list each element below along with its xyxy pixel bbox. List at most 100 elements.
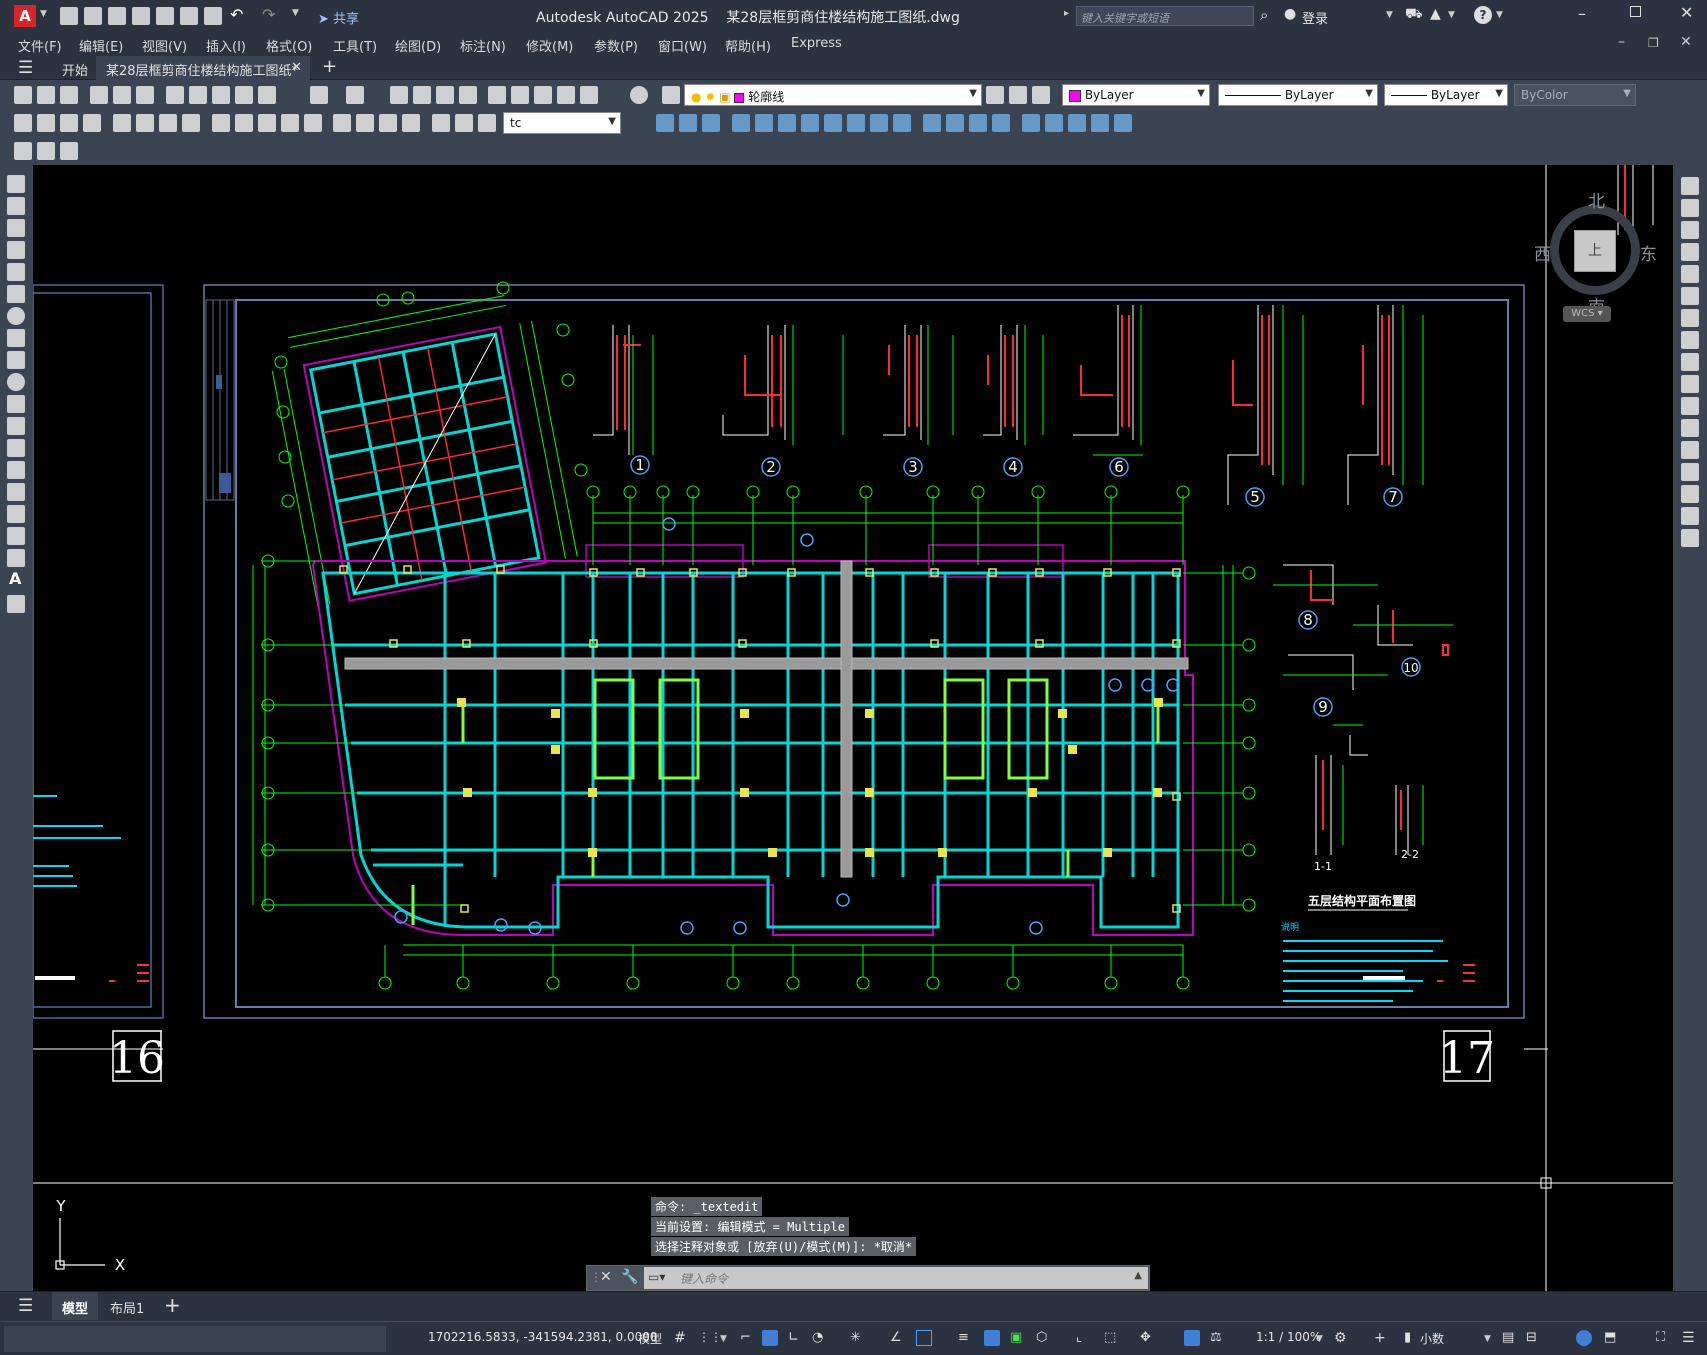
- textstyle-dropdown[interactable]: tc ▼: [503, 112, 621, 134]
- tb-layer-state-icon[interactable]: [1032, 86, 1050, 104]
- gizmo-icon[interactable]: ✥: [1140, 1330, 1156, 1346]
- dynamic-input-icon[interactable]: [762, 1330, 778, 1346]
- dim-tolerance-icon[interactable]: [333, 114, 351, 132]
- workspace-gear-icon[interactable]: ⚙: [1334, 1330, 1350, 1346]
- draw-point-icon[interactable]: [7, 461, 25, 479]
- autodesk-app-dropdown-icon[interactable]: ▼: [1448, 10, 1455, 20]
- dim-radius-icon[interactable]: [113, 114, 131, 132]
- command-history-toggle-icon[interactable]: ▲: [1134, 1270, 1142, 1281]
- draw-mtext-icon[interactable]: A: [9, 569, 21, 588]
- tb-save-icon[interactable]: [60, 86, 78, 104]
- layout-menu-icon[interactable]: ☰: [18, 1296, 33, 1316]
- modify-copy-icon[interactable]: [679, 114, 697, 132]
- dim-ordinate-icon[interactable]: [83, 114, 101, 132]
- draw-table-icon[interactable]: [7, 549, 25, 567]
- autocad-logo-icon[interactable]: A: [14, 5, 36, 27]
- draw-region-icon[interactable]: [7, 527, 25, 545]
- save-web-icon[interactable]: [180, 7, 198, 25]
- color-dropdown[interactable]: ByLayer ▼: [1062, 84, 1210, 106]
- coordinates-readout[interactable]: 1702216.5833, -341594.2381, 0.0000: [428, 1330, 658, 1344]
- scale-dropdown-icon[interactable]: ▼: [1316, 1334, 1332, 1350]
- tab-model[interactable]: 模型: [52, 1292, 99, 1320]
- rb-trim-icon[interactable]: [1681, 375, 1699, 393]
- autodesk-app-icon[interactable]: ▲: [1430, 6, 1441, 22]
- tb-cut-icon[interactable]: [166, 86, 184, 104]
- plot-icon[interactable]: [204, 7, 222, 25]
- rb-blend-icon[interactable]: [1681, 507, 1699, 525]
- menu-parametric[interactable]: 参数(P): [594, 36, 638, 55]
- modify-break-icon[interactable]: [923, 114, 941, 132]
- rb-join-icon[interactable]: [1681, 441, 1699, 459]
- menu-view[interactable]: 视图(V): [142, 36, 187, 55]
- tb-calculator-icon[interactable]: [580, 86, 598, 104]
- viewcube-east-label[interactable]: 东: [1640, 240, 1657, 265]
- command-input[interactable]: ▭▾ 键入命令 ▲: [644, 1267, 1148, 1289]
- tb-blockedit-icon[interactable]: [258, 86, 276, 104]
- modify-pedit-icon[interactable]: [1114, 114, 1132, 132]
- dim-inspect-icon[interactable]: [379, 114, 397, 132]
- object-snap-icon[interactable]: [916, 1330, 932, 1346]
- clean-screen-icon[interactable]: ⛶: [1656, 1330, 1672, 1346]
- doc-minimize-button[interactable]: –: [1618, 34, 1625, 50]
- units-value[interactable]: 小数: [1420, 1330, 1444, 1347]
- rb-mirror-icon[interactable]: [1681, 221, 1699, 239]
- annotation-visibility-icon[interactable]: [1184, 1330, 1200, 1346]
- transparency-icon[interactable]: [984, 1330, 1000, 1346]
- auto-scale-icon[interactable]: ⚖: [1210, 1330, 1226, 1346]
- command-close-icon[interactable]: ✕: [600, 1269, 612, 1285]
- rb-explode-icon[interactable]: [1681, 529, 1699, 547]
- rb-extend-icon[interactable]: [1681, 397, 1699, 415]
- modify-blend-icon[interactable]: [1045, 114, 1063, 132]
- grid-icon[interactable]: #: [674, 1330, 690, 1346]
- dim-textedit-icon[interactable]: [455, 114, 473, 132]
- doc-restore-button[interactable]: ❐: [1648, 36, 1659, 50]
- draw-rectangle-icon[interactable]: [7, 263, 25, 281]
- menu-modify[interactable]: 修改(M): [526, 36, 573, 55]
- modify-chamfer-icon[interactable]: [969, 114, 987, 132]
- draw-circle-icon[interactable]: [7, 307, 25, 325]
- modify-erase-icon[interactable]: [656, 114, 674, 132]
- draw-hatch-icon[interactable]: [7, 483, 25, 501]
- draw-polygon-icon[interactable]: [7, 241, 25, 259]
- viewcube-top-face[interactable]: 上: [1574, 230, 1616, 272]
- snap-mode-icon[interactable]: ⋮⋮: [698, 1330, 722, 1346]
- dim-linear-icon[interactable]: [14, 114, 32, 132]
- undo-icon[interactable]: ↶: [230, 5, 243, 24]
- dim-continue-icon[interactable]: [258, 114, 276, 132]
- tb-preview-icon[interactable]: [113, 86, 131, 104]
- viewcube[interactable]: 上 北 南 东 西: [1530, 187, 1660, 318]
- draw-xline-icon[interactable]: [7, 197, 25, 215]
- tb-layer-manager-icon[interactable]: [662, 86, 680, 104]
- units-icon[interactable]: ▮: [1404, 1330, 1420, 1346]
- maximize-button[interactable]: [1630, 6, 1641, 17]
- tb-extra-1-icon[interactable]: [14, 142, 32, 160]
- rb-array-icon[interactable]: [1681, 265, 1699, 283]
- draw-insert-block-icon[interactable]: [7, 417, 25, 435]
- search-input[interactable]: 键入关键字或短语: [1076, 6, 1254, 26]
- lock-ui-icon[interactable]: ⊟: [1526, 1330, 1542, 1346]
- app-menu-arrow-icon[interactable]: ▼: [40, 9, 47, 19]
- dynamic-ucs-icon[interactable]: ⌞: [1076, 1330, 1092, 1346]
- dim-center-icon[interactable]: [356, 114, 374, 132]
- model-space-button[interactable]: 模型: [638, 1330, 662, 1347]
- 3d-osnap-icon[interactable]: ⬡: [1036, 1330, 1052, 1346]
- login-button[interactable]: 登录: [1302, 8, 1328, 27]
- dim-diameter-icon[interactable]: [159, 114, 177, 132]
- hardware-acceleration-icon[interactable]: ⬒: [1604, 1330, 1620, 1346]
- menu-format[interactable]: 格式(O): [266, 36, 312, 55]
- rb-copy-icon[interactable]: [1681, 199, 1699, 217]
- dim-jogged-icon[interactable]: [136, 114, 154, 132]
- tb-zoom-previous-icon[interactable]: [459, 86, 477, 104]
- dim-angular-icon[interactable]: [182, 114, 200, 132]
- menu-express[interactable]: Express: [791, 36, 842, 51]
- dim-jogline-icon[interactable]: [402, 114, 420, 132]
- polar-tracking-icon[interactable]: ◔: [812, 1330, 828, 1346]
- tb-plot-icon[interactable]: [90, 86, 108, 104]
- rb-offset-icon[interactable]: [1681, 243, 1699, 261]
- help-dropdown-icon[interactable]: ▼: [1496, 10, 1503, 20]
- tab-close-icon[interactable]: ✕: [291, 60, 302, 75]
- modify-lengthen-icon[interactable]: [1068, 114, 1086, 132]
- modify-explode-icon[interactable]: [1022, 114, 1040, 132]
- draw-addselected-icon[interactable]: [7, 595, 25, 613]
- modify-join-icon[interactable]: [946, 114, 964, 132]
